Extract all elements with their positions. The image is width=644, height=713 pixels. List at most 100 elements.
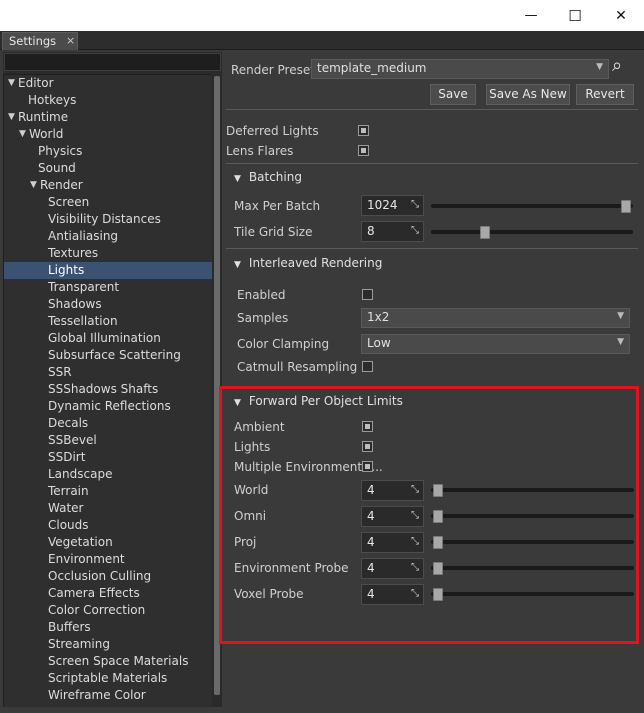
tree-item[interactable]: Shadows: [4, 296, 212, 313]
tab-settings[interactable]: Settings ×: [2, 32, 78, 50]
drag-handle-icon[interactable]: ⤡: [409, 225, 421, 237]
tree-item[interactable]: Terrain: [4, 483, 212, 500]
tree-item[interactable]: Global Illumination: [4, 330, 212, 347]
spinbox-value: 1024: [367, 198, 398, 212]
section-title: Interleaved Rendering: [248, 256, 383, 270]
settings-tree-pane: ▼ Editor Hotkeys ▼ Runtime ▼ World Physics Sound…: [3, 52, 222, 709]
tree-item[interactable]: ▼ Editor: [4, 75, 212, 92]
tree-item-label: Shadows: [48, 297, 102, 311]
divider: [226, 163, 638, 164]
minimize-button[interactable]: —: [508, 0, 554, 31]
drag-handle-icon[interactable]: ⤡: [409, 199, 421, 211]
maximize-icon: ☐: [568, 6, 582, 25]
samples-select[interactable]: 1x2 ▼: [361, 308, 630, 328]
tree-item[interactable]: Vegetation: [4, 534, 212, 551]
tree-item[interactable]: Lights: [4, 262, 212, 279]
search-icon[interactable]: ⌕: [612, 55, 622, 76]
close-window-button[interactable]: ✕: [598, 0, 644, 31]
tree-item-label: Buffers: [48, 620, 91, 634]
tree-item[interactable]: Sound: [4, 160, 212, 177]
tab-close-icon[interactable]: ×: [66, 34, 75, 47]
tree-item[interactable]: Scriptable Materials: [4, 670, 212, 687]
tree-item[interactable]: Camera Effects: [4, 585, 212, 602]
tree-item-label: Landscape: [48, 467, 113, 481]
tile-grid-size-spinbox[interactable]: 8 ⤡: [361, 221, 424, 242]
chevron-down-icon: ▼: [596, 62, 603, 72]
revert-button[interactable]: Revert: [576, 84, 634, 105]
tree-item-label: Subsurface Scattering: [48, 348, 181, 362]
tree-item[interactable]: Textures: [4, 245, 212, 262]
tree-item-label: Sound: [38, 161, 76, 175]
deferred-lights-checkbox[interactable]: [358, 125, 369, 136]
lens-flares-checkbox[interactable]: [358, 145, 369, 156]
tree-item[interactable]: SSShadows Shafts: [4, 381, 212, 398]
save-button[interactable]: Save: [430, 84, 476, 105]
tree-item-label: Tessellation: [48, 314, 118, 328]
catmull-resampling-label: Catmull Resampling: [237, 360, 358, 374]
tree-item[interactable]: SSR: [4, 364, 212, 381]
color-clamping-select[interactable]: Low ▼: [361, 334, 630, 354]
tree-item-label: Environment: [48, 552, 125, 566]
tree-item[interactable]: Subsurface Scattering: [4, 347, 212, 364]
slider-knob[interactable]: [480, 226, 490, 239]
interleaved-section-header[interactable]: ▼ Interleaved Rendering: [234, 256, 382, 270]
window-title-bar: — ☐ ✕: [0, 0, 644, 32]
tile-grid-size-label: Tile Grid Size: [234, 225, 313, 239]
catmull-resampling-checkbox[interactable]: [362, 361, 373, 372]
expand-arrow-icon[interactable]: ▼: [19, 126, 26, 143]
tree-item[interactable]: Clouds: [4, 517, 212, 534]
tree-item[interactable]: Dynamic Reflections: [4, 398, 212, 415]
tree-item[interactable]: Visibility Distances: [4, 211, 212, 228]
tree-item-label: Camera Effects: [48, 586, 140, 600]
tab-label: Settings: [9, 34, 57, 48]
slider-knob[interactable]: [621, 200, 631, 213]
max-per-batch-slider[interactable]: [431, 200, 633, 213]
tree-search-input[interactable]: [4, 53, 221, 71]
tree-item[interactable]: Occlusion Culling: [4, 568, 212, 585]
tree-item-label: Scriptable Materials: [48, 671, 168, 685]
tree-item[interactable]: Wireframe Color: [4, 687, 212, 704]
expand-arrow-icon[interactable]: ▼: [30, 177, 37, 194]
expand-arrow-icon[interactable]: ▼: [8, 75, 15, 92]
tab-bar: Settings ×: [0, 31, 644, 50]
tree-item[interactable]: Tessellation: [4, 313, 212, 330]
tree-item[interactable]: Buffers: [4, 619, 212, 636]
tree-item[interactable]: Physics: [4, 143, 212, 160]
render-preset-select[interactable]: template_medium ▼: [311, 59, 609, 79]
expand-arrow-icon[interactable]: ▼: [8, 109, 15, 126]
tree-item[interactable]: Antialiasing: [4, 228, 212, 245]
max-per-batch-spinbox[interactable]: 1024 ⤡: [361, 195, 424, 216]
tree-item-label: Screen: [48, 195, 90, 209]
tree-item-label: Screen Space Materials: [48, 654, 189, 668]
tree-item-label: Editor: [18, 76, 54, 90]
maximize-button[interactable]: ☐: [552, 0, 598, 31]
tree-item-label: Terrain: [48, 484, 89, 498]
tree-item[interactable]: Transparent: [4, 279, 212, 296]
tree-item[interactable]: ▼ Render: [4, 177, 212, 194]
tree-item[interactable]: Decals: [4, 415, 212, 432]
tree-item[interactable]: Water: [4, 500, 212, 517]
tree-item-label: Lights: [48, 263, 85, 277]
save-as-new-button[interactable]: Save As New: [486, 84, 570, 105]
tree-item[interactable]: Landscape: [4, 466, 212, 483]
tile-grid-size-slider[interactable]: [431, 226, 633, 239]
tree-item[interactable]: SSDirt: [4, 449, 212, 466]
tree-item[interactable]: SSBevel: [4, 432, 212, 449]
tree-item[interactable]: ▼ World: [4, 126, 212, 143]
color-clamping-label: Color Clamping: [237, 337, 330, 351]
tree-item[interactable]: ▼ Runtime: [4, 109, 212, 126]
tree-item[interactable]: Color Correction: [4, 602, 212, 619]
samples-value: 1x2: [367, 310, 390, 324]
tree-item-label: SSShadows Shafts: [48, 382, 159, 396]
enabled-label: Enabled: [237, 288, 286, 302]
tree-item[interactable]: Screen Space Materials: [4, 653, 212, 670]
tree-item[interactable]: Hotkeys: [4, 92, 212, 109]
tree-item[interactable]: Screen: [4, 194, 212, 211]
tree-item[interactable]: Environment: [4, 551, 212, 568]
tree-item-label: Render: [40, 178, 83, 192]
tree-item-label: SSR: [48, 365, 72, 379]
tree-item-label: Hotkeys: [28, 93, 77, 107]
enabled-checkbox[interactable]: [362, 289, 373, 300]
batching-section-header[interactable]: ▼ Batching: [234, 170, 302, 184]
tree-item[interactable]: Streaming: [4, 636, 212, 653]
